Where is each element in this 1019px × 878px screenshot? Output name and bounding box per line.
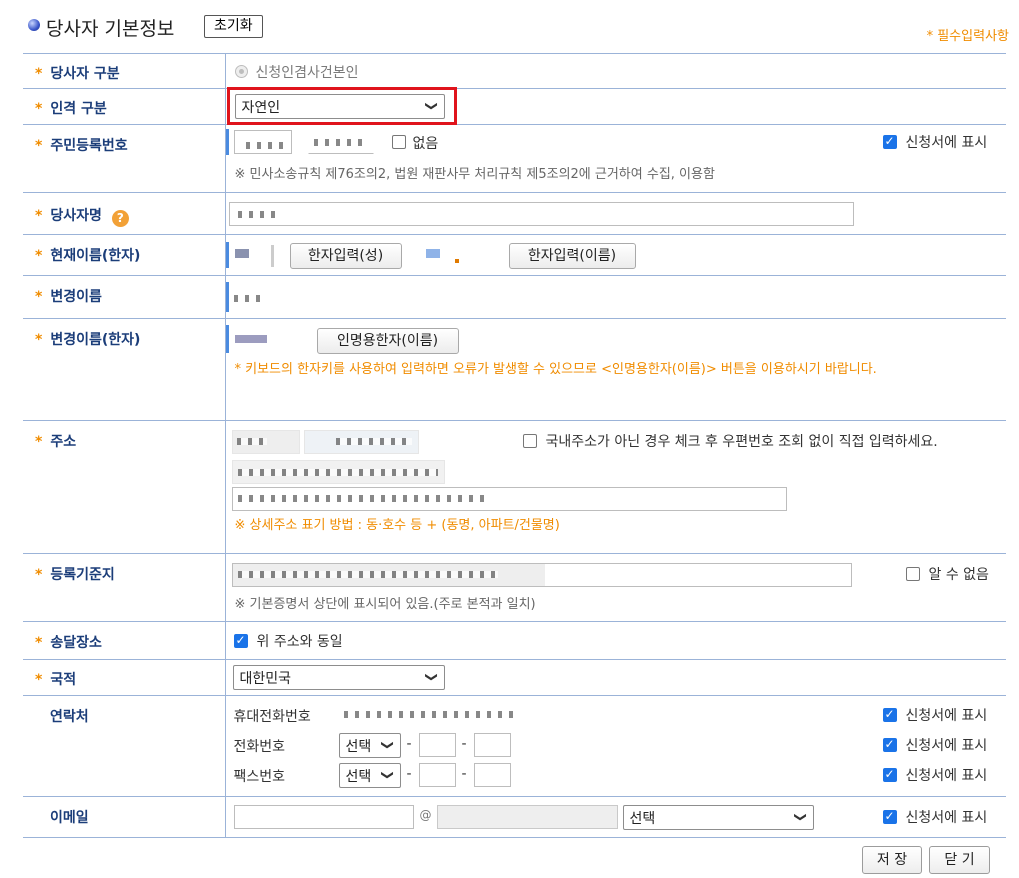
party-type-radio[interactable] [234,65,248,78]
row-changed-name-hanja: * 변경이름(한자) 인명용한자(이름) * 키보드의 한자키를 사용하여 입력하… [23,318,1006,421]
email-domain-input[interactable] [436,805,618,829]
personal-name-hanja-button[interactable]: 인명용한자(이름) [316,328,459,354]
mobile-show-checkbox[interactable] [882,707,897,722]
label-delivery: 송달장소 [50,635,102,651]
label-party-name: 당사자명 [50,208,102,224]
party-basic-info-form: 당사자 기본정보 초기화 * 필수입력사항 * 당사자 구분 신청인겸사건본인 *… [0,0,1019,878]
bullet-icon [28,19,40,31]
label-party-type: 당사자 구분 [50,66,120,82]
email-domain-select[interactable]: 선택 ❯ [622,805,814,830]
phone-show-checkbox[interactable] [882,737,897,752]
nationality-select[interactable]: 대한민국 ❯ [232,665,445,690]
resident-no-show-label: 신청서에 표시 [905,135,988,151]
row-address: * 주소 국내주소가 아닌 경우 체크 후 우편번호 조회 없이 직접 입력하세요… [23,420,1006,554]
row-person-type: * 인격 구분 자연인 ❯ [23,87,1006,125]
row-contact: 연락처 휴대전화번호 신청서에 표시 전화번호 선택 ❯ - - 신청서에 표시… [23,695,1006,797]
address-note: ※ 상세주소 표기 방법 : 동·호수 등 + (동명, 아파트/건물명) [234,518,560,533]
email-at: @ [419,808,432,822]
chevron-down-icon: ❯ [425,100,440,112]
resident-no-none-label: 없음 [412,136,439,152]
phone-area-select[interactable]: 선택 ❯ [338,733,401,758]
resident-no-note: ※ 민사소송규칙 제76조의2, 법원 재판사무 처리규칙 제5조의2에 근거하… [234,167,715,182]
phone-last-input[interactable] [473,733,511,757]
row-changed-name: * 변경이름 [23,275,1006,319]
reset-button[interactable]: 초기화 [204,15,263,38]
foreign-address-checkbox[interactable] [522,434,537,448]
label-current-name-hanja: 현재이름(한자) [50,248,141,264]
required-note: * 필수입력사항 [926,29,1009,44]
close-button[interactable]: 닫 기 [929,846,990,874]
same-address-label: 위 주소와 동일 [256,634,343,650]
mobile-show-label: 신청서에 표시 [905,708,988,724]
person-type-select[interactable]: 자연인 ❯ [234,94,445,119]
email-show-label: 신청서에 표시 [905,810,988,826]
label-changed-name-hanja: 변경이름(한자) [50,332,141,348]
phone-label: 전화번호 [233,739,286,755]
foreign-address-label: 국내주소가 아닌 경우 체크 후 우편번호 조회 없이 직접 입력하세요. [545,434,938,450]
person-type-value: 자연인 [241,100,281,116]
label-changed-name: 변경이름 [50,289,102,305]
mobile-label: 휴대전화번호 [233,709,311,725]
row-resident-no: *주민등록번호 없음 신청서에 표시 ※ 민사소송규칙 제76조의2, 법원 재… [23,124,1006,193]
changed-name-input[interactable] [233,295,266,302]
row-party-type: * 당사자 구분 신청인겸사건본인 [23,53,1006,89]
form-table: *당사자 구분 신청인겸사건본인 *인격 구분 자연인 ❯ *주민등록번호 [23,53,1006,838]
party-name-input[interactable] [228,202,854,226]
resident-no-none-checkbox[interactable] [391,135,406,149]
help-icon[interactable]: ? [111,210,129,227]
fax-mid-input[interactable] [418,763,456,787]
party-type-option: 신청인겸사건본인 [255,65,359,81]
fax-last-input[interactable] [473,763,511,787]
hanja-surname-button[interactable]: 한자입력(성) [289,243,402,269]
resident-no-show-checkbox[interactable] [882,134,897,149]
label-nationality: 국적 [50,672,77,688]
row-reg-base: * 등록기준지 알 수 없음 ※ 기본증명서 상단에 표시되어 있음.(주로 본적… [23,553,1006,622]
label-reg-base: 등록기준지 [50,567,115,583]
row-delivery: *송달장소 위 주소와 동일 [23,621,1006,660]
save-button[interactable]: 저 장 [862,846,922,874]
label-person-type: 인격 구분 [50,101,107,117]
row-current-name-hanja: * 현재이름(한자) 한자입력(성) 한자입력(이름) [23,234,1006,276]
same-address-checkbox[interactable] [233,633,248,648]
fax-show-label: 신청서에 표시 [905,768,988,784]
label-resident-no: 주민등록번호 [50,138,128,154]
hanja-given-button[interactable]: 한자입력(이름) [508,243,636,269]
phone-mid-input[interactable] [418,733,456,757]
nationality-value: 대한민국 [239,671,292,687]
phone-show-label: 신청서에 표시 [905,738,988,754]
label-address: 주소 [50,434,77,450]
reg-base-note: ※ 기본증명서 상단에 표시되어 있음.(주로 본적과 일치) [234,597,536,612]
chevron-down-icon: ❯ [381,769,396,781]
chevron-down-icon: ❯ [425,671,440,683]
label-email: 이메일 [50,810,89,826]
email-show-checkbox[interactable] [882,809,897,824]
chevron-down-icon: ❯ [794,811,809,823]
page-title: 당사자 기본정보 [46,18,175,40]
email-id-input[interactable] [233,805,414,829]
row-party-name: * 당사자명? [23,192,1006,235]
fax-area-select[interactable]: 선택 ❯ [338,763,401,788]
row-nationality: * 국적 대한민국 ❯ [23,659,1006,696]
reg-base-unknown-checkbox[interactable] [905,567,920,581]
chevron-down-icon: ❯ [381,739,396,751]
title-row: 당사자 기본정보 초기화 * 필수입력사항 [24,14,1009,44]
fax-label: 팩스번호 [233,769,286,785]
mobile-number[interactable] [343,711,514,718]
reg-base-unknown-label: 알 수 없음 [928,567,989,583]
label-contact: 연락처 [50,709,89,725]
fax-show-checkbox[interactable] [882,767,897,782]
hanja-warning: * 키보드의 한자키를 사용하여 입력하면 오류가 발생할 수 있으므로 <인명… [234,362,877,377]
row-email: 이메일 @ 선택 ❯ 신청서에 표시 [23,796,1006,838]
